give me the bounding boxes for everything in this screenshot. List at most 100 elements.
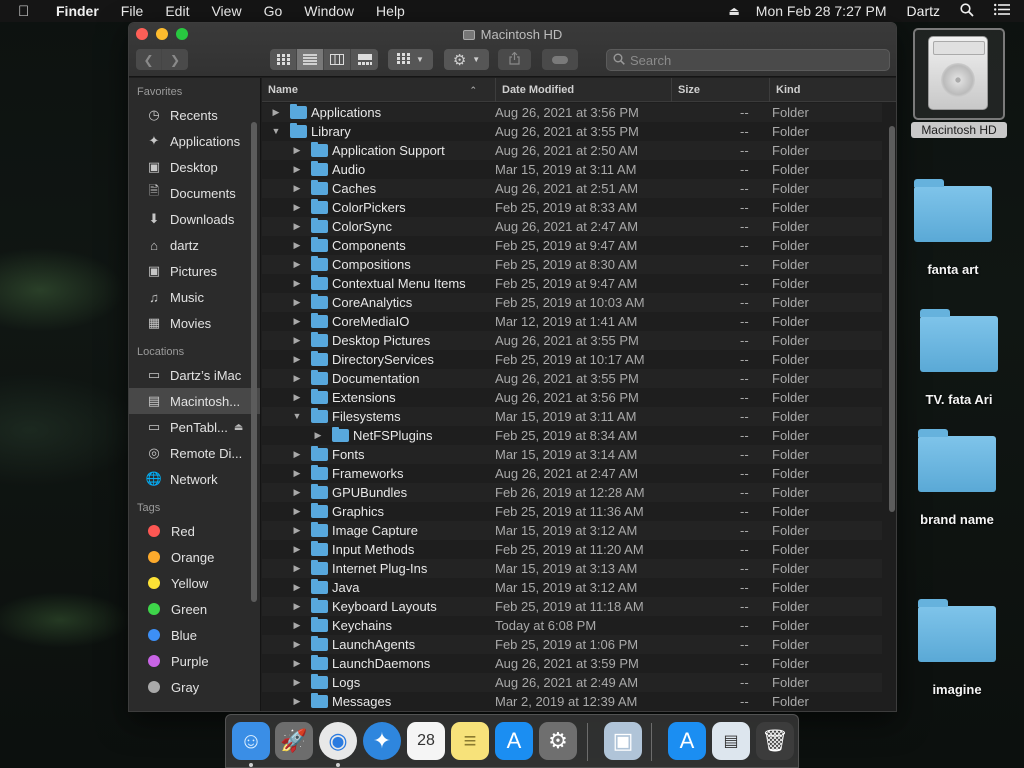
disclosure-closed-icon[interactable]: ▶: [292, 468, 302, 479]
file-row[interactable]: ▶ Caches Aug 26, 2021 at 2:51 AM -- Folder: [262, 179, 882, 198]
disclosure-closed-icon[interactable]: ▶: [292, 525, 302, 536]
file-row[interactable]: ▶ GPUBundles Feb 26, 2019 at 12:28 AM -- Fol…: [262, 483, 882, 502]
disclosure-closed-icon[interactable]: ▶: [292, 582, 302, 593]
system-preferences-icon[interactable]: ⚙: [539, 722, 577, 760]
safari-icon[interactable]: ✦: [363, 722, 401, 760]
disclosure-open-icon[interactable]: ▼: [292, 411, 302, 421]
calendar-icon[interactable]: 28: [407, 722, 445, 760]
sidebar-item-location[interactable]: ▭ Dartz’s iMac: [129, 362, 260, 388]
sidebar-item-location[interactable]: ▤ Macintosh...: [129, 388, 260, 414]
disclosure-closed-icon[interactable]: ▶: [292, 392, 302, 403]
applications-folder-icon[interactable]: A: [668, 722, 706, 760]
file-row[interactable]: ▶ NetFSPlugins Feb 25, 2019 at 8:34 AM -- Fo…: [262, 426, 882, 445]
column-header-kind[interactable]: Kind: [769, 78, 884, 102]
disclosure-closed-icon[interactable]: ▶: [292, 145, 302, 156]
disclosure-closed-icon[interactable]: ▶: [292, 278, 302, 289]
file-row[interactable]: ▶ Java Mar 15, 2019 at 3:12 AM -- Folder: [262, 578, 882, 597]
disclosure-closed-icon[interactable]: ▶: [292, 183, 302, 194]
file-row[interactable]: ▶ Internet Plug-Ins Mar 15, 2019 at 3:13 A…: [262, 559, 882, 578]
sidebar-item-tag[interactable]: Purple: [129, 648, 260, 674]
disclosure-closed-icon[interactable]: ▶: [292, 297, 302, 308]
sidebar-item-tag[interactable]: Blue: [129, 622, 260, 648]
disclosure-closed-icon[interactable]: ▶: [292, 677, 302, 688]
disclosure-closed-icon[interactable]: ▶: [313, 430, 323, 441]
file-row[interactable]: ▶ Graphics Feb 25, 2019 at 11:36 AM -- Folde…: [262, 502, 882, 521]
file-row[interactable]: ▶ Documentation Aug 26, 2021 at 3:55 PM -- F…: [262, 369, 882, 388]
search-input[interactable]: [630, 52, 830, 68]
app-store-icon[interactable]: A: [495, 722, 533, 760]
disclosure-closed-icon[interactable]: ▶: [292, 240, 302, 251]
sidebar-item-favorite[interactable]: ▦ Movies: [129, 310, 260, 336]
disclosure-closed-icon[interactable]: ▶: [292, 373, 302, 384]
disclosure-closed-icon[interactable]: ▶: [292, 164, 302, 175]
sidebar-item-favorite[interactable]: ▣ Pictures: [129, 258, 260, 284]
desktop-folder[interactable]: fanta art: [903, 179, 1003, 277]
desktop-folder[interactable]: TV. fata Ari: [909, 309, 1009, 407]
menu-app-name[interactable]: Finder: [56, 3, 99, 19]
file-row[interactable]: ▶ Components Feb 25, 2019 at 9:47 AM -- Fold…: [262, 236, 882, 255]
finder-icon[interactable]: ☺: [232, 722, 270, 760]
list-scrollbar[interactable]: [889, 126, 895, 512]
preview-icon[interactable]: ▣: [604, 722, 642, 760]
column-header-name[interactable]: Name ⌃: [262, 78, 485, 102]
disclosure-open-icon[interactable]: ▼: [271, 126, 281, 136]
menu-help[interactable]: Help: [376, 3, 405, 19]
file-row[interactable]: ▶ Image Capture Mar 15, 2019 at 3:12 AM -- F…: [262, 521, 882, 540]
disclosure-closed-icon[interactable]: ▶: [292, 620, 302, 631]
desktop-item-macintosh-hd[interactable]: Macintosh HD: [911, 26, 1007, 141]
control-center-icon[interactable]: [994, 3, 1010, 19]
file-row[interactable]: ▶ CoreMediaIO Mar 12, 2019 at 1:41 AM -- Fol…: [262, 312, 882, 331]
gallery-view-button[interactable]: [351, 49, 378, 70]
disclosure-closed-icon[interactable]: ▶: [292, 639, 302, 650]
disclosure-closed-icon[interactable]: ▶: [292, 449, 302, 460]
column-header-size[interactable]: Size: [671, 78, 769, 102]
list-view-button[interactable]: [297, 49, 324, 70]
eject-icon[interactable]: ⏏: [234, 422, 243, 433]
sidebar-item-location[interactable]: ▭ PenTabl... ⏏: [129, 414, 260, 440]
file-row[interactable]: ▶ ColorSync Aug 26, 2021 at 2:47 AM -- Folde…: [262, 217, 882, 236]
menu-view[interactable]: View: [211, 3, 241, 19]
title-bar[interactable]: Macintosh HD ❮ ❯ ▼ ⚙ ▼ Search: [129, 23, 896, 77]
disclosure-closed-icon[interactable]: ▶: [292, 696, 302, 707]
file-row[interactable]: ▶ Fonts Mar 15, 2019 at 3:14 AM -- Folder: [262, 445, 882, 464]
menu-datetime[interactable]: Mon Feb 28 7:27 PM: [756, 3, 887, 19]
disclosure-closed-icon[interactable]: ▶: [292, 506, 302, 517]
file-row[interactable]: ▶ Desktop Pictures Aug 26, 2021 at 3:55 PM…: [262, 331, 882, 350]
disclosure-closed-icon[interactable]: ▶: [292, 316, 302, 327]
file-row[interactable]: ▶ Application Support Aug 26, 2021 at 2:50…: [262, 141, 882, 160]
file-row[interactable]: ▶ Applications Aug 26, 2021 at 3:56 PM -- Fo…: [262, 103, 882, 122]
trash-icon[interactable]: 🗑: [756, 722, 794, 760]
file-row[interactable]: ▼ Library Aug 26, 2021 at 3:55 PM -- Folder: [262, 122, 882, 141]
disclosure-closed-icon[interactable]: ▶: [292, 658, 302, 669]
file-row[interactable]: ▶ CoreAnalytics Feb 25, 2019 at 10:03 AM --…: [262, 293, 882, 312]
sidebar-item-favorite[interactable]: ✦ Applications: [129, 128, 260, 154]
file-row[interactable]: ▶ Frameworks Aug 26, 2021 at 2:47 AM -- Fold…: [262, 464, 882, 483]
file-row[interactable]: ▶ Contextual Menu Items Feb 25, 2019 at 9:…: [262, 274, 882, 293]
disclosure-closed-icon[interactable]: ▶: [292, 563, 302, 574]
menu-go[interactable]: Go: [264, 3, 283, 19]
desktop-folder[interactable]: imagine: [907, 599, 1007, 697]
group-by-button[interactable]: ▼: [388, 49, 433, 70]
file-row[interactable]: ▶ Audio Mar 15, 2019 at 3:11 AM -- Folder: [262, 160, 882, 179]
spotlight-icon[interactable]: [960, 2, 974, 20]
icon-view-button[interactable]: [270, 49, 297, 70]
file-row[interactable]: ▼ Filesystems Mar 15, 2019 at 3:11 AM -- Fol…: [262, 407, 882, 426]
file-row[interactable]: ▶ DirectoryServices Feb 25, 2019 at 10:17 …: [262, 350, 882, 369]
file-row[interactable]: ▶ LaunchAgents Feb 25, 2019 at 1:06 PM -- Fo…: [262, 635, 882, 654]
sidebar-item-favorite[interactable]: ♫ Music: [129, 284, 260, 310]
tags-button[interactable]: [542, 49, 578, 70]
back-button[interactable]: ❮: [136, 49, 163, 70]
sidebar-item-tag[interactable]: Yellow: [129, 570, 260, 596]
sidebar-item-favorite[interactable]: ◷ Recents: [129, 102, 260, 128]
chrome-icon[interactable]: ◉: [319, 722, 357, 760]
disclosure-closed-icon[interactable]: ▶: [292, 335, 302, 346]
sidebar-item-tag[interactable]: Red: [129, 518, 260, 544]
menu-window[interactable]: Window: [304, 3, 354, 19]
file-row[interactable]: ▶ Input Methods Feb 25, 2019 at 11:20 AM --…: [262, 540, 882, 559]
sidebar-item-tag[interactable]: Gray: [129, 674, 260, 700]
menu-edit[interactable]: Edit: [165, 3, 189, 19]
sidebar-item-favorite[interactable]: 🗎 Documents: [129, 180, 260, 206]
desktop-folder[interactable]: brand name: [907, 429, 1007, 527]
file-row[interactable]: ▶ ColorPickers Feb 25, 2019 at 8:33 AM -- Fo…: [262, 198, 882, 217]
search-field[interactable]: [606, 49, 890, 71]
